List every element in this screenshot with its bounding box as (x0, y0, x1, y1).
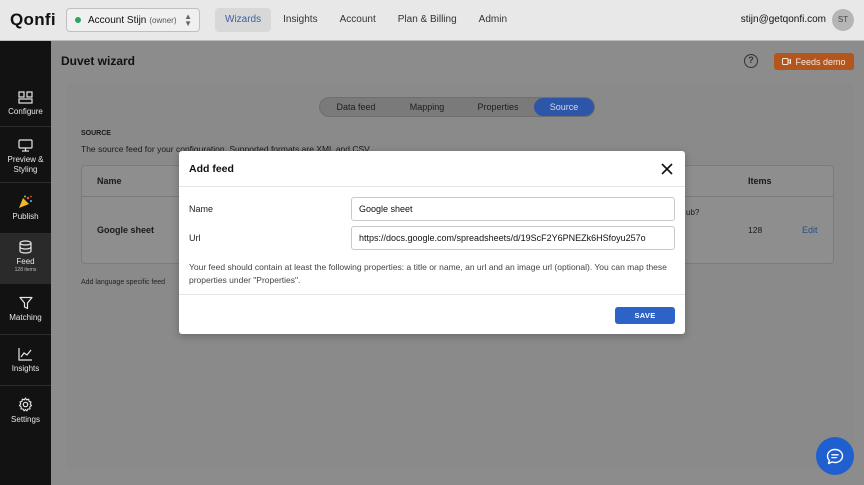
modal-header: Add feed (179, 151, 685, 187)
tab-properties[interactable]: Properties (462, 98, 534, 116)
modal-title: Add feed (189, 163, 234, 175)
account-selector[interactable]: Account Stijn (owner) ▲ ▼ (66, 8, 200, 32)
sidebar-item-preview-styling[interactable]: Preview & Styling (0, 139, 51, 175)
close-icon[interactable] (659, 161, 675, 177)
avatar[interactable]: ST (832, 9, 854, 31)
chart-line-icon (18, 348, 32, 361)
account-name: Account Stijn (88, 14, 147, 26)
user-email[interactable]: stijn@getqonfi.com (741, 14, 826, 25)
sidebar-item-label: Preview & Styling (7, 155, 44, 174)
url-field[interactable] (351, 226, 675, 250)
sidebar-item-publish[interactable]: Publish (0, 195, 51, 222)
sidebar-item-label: Insights (11, 364, 40, 373)
configure-icon (18, 91, 33, 104)
table-cell-name: Google sheet (97, 225, 155, 235)
account-role: (owner) (149, 15, 177, 25)
modal-hint: Your feed should contain at least the fo… (189, 262, 667, 285)
top-bar: Qonfi Account Stijn (owner) ▲ ▼ Wizards I… (0, 0, 864, 41)
app-logo[interactable]: Qonfi (10, 10, 56, 30)
feed-item-count: 128 items (14, 267, 37, 273)
url-label: Url (189, 233, 201, 243)
column-header-name: Name (97, 176, 122, 186)
monitor-icon (18, 139, 33, 152)
sidebar-item-settings[interactable]: Settings (0, 397, 51, 425)
feeds-demo-button[interactable]: Feeds demo (774, 53, 854, 70)
page-title: Duvet wizard (61, 54, 136, 68)
sidebar-item-matching[interactable]: Matching (0, 296, 51, 323)
table-cell-items: 128 (748, 225, 763, 235)
language-feed-link[interactable]: Add language specific feed (81, 279, 165, 286)
sidebar-item-label: Matching (9, 313, 42, 322)
sidebar-item-feed[interactable]: Feed 128 items (0, 234, 51, 284)
tab-source[interactable]: Source (534, 98, 594, 116)
sidebar: Configure Preview & Styling Publish Feed… (0, 41, 51, 485)
nav-item-wizards[interactable]: Wizards (215, 8, 272, 32)
nav-item-plan-billing[interactable]: Plan & Billing (388, 8, 467, 32)
gear-icon (18, 397, 33, 412)
tab-bar: Data feed Mapping Properties Source (319, 97, 595, 117)
column-header-items: Items (748, 176, 772, 186)
help-icon[interactable]: ? (744, 54, 758, 68)
chat-bubble-icon (826, 448, 844, 464)
party-popper-icon (19, 195, 33, 208)
sidebar-item-insights[interactable]: Insights (0, 347, 51, 374)
feeds-demo-label: Feeds demo (795, 56, 846, 67)
tab-data-feed[interactable]: Data feed (320, 98, 392, 116)
add-feed-modal: Add feed Name Url Your feed should conta… (179, 151, 685, 334)
name-field[interactable] (351, 197, 675, 221)
nav-item-account[interactable]: Account (330, 8, 386, 32)
chat-button[interactable] (816, 437, 854, 475)
name-label: Name (189, 204, 214, 214)
modal-footer-divider (179, 294, 685, 295)
edit-link[interactable]: Edit (802, 225, 818, 235)
source-heading: SOURCE (81, 130, 111, 137)
nav-item-insights[interactable]: Insights (273, 8, 327, 32)
sidebar-item-label: Publish (12, 212, 39, 221)
database-icon (19, 240, 32, 254)
sidebar-item-label: Feed (16, 257, 35, 266)
table-cell-partial: ub? (686, 208, 700, 217)
save-button[interactable]: SAVE (615, 307, 675, 324)
sidebar-item-label: Settings (11, 415, 40, 424)
sidebar-item-configure[interactable]: Configure (0, 91, 51, 117)
tab-mapping[interactable]: Mapping (392, 98, 462, 116)
main-nav: Wizards Insights Account Plan & Billing … (215, 8, 519, 32)
account-status-dot (75, 17, 81, 23)
chevron-up-down-icon: ▲ ▼ (184, 12, 192, 28)
video-camera-icon (782, 58, 792, 65)
sidebar-item-label: Configure (8, 107, 43, 116)
funnel-icon (18, 296, 33, 310)
nav-item-admin[interactable]: Admin (469, 8, 517, 32)
